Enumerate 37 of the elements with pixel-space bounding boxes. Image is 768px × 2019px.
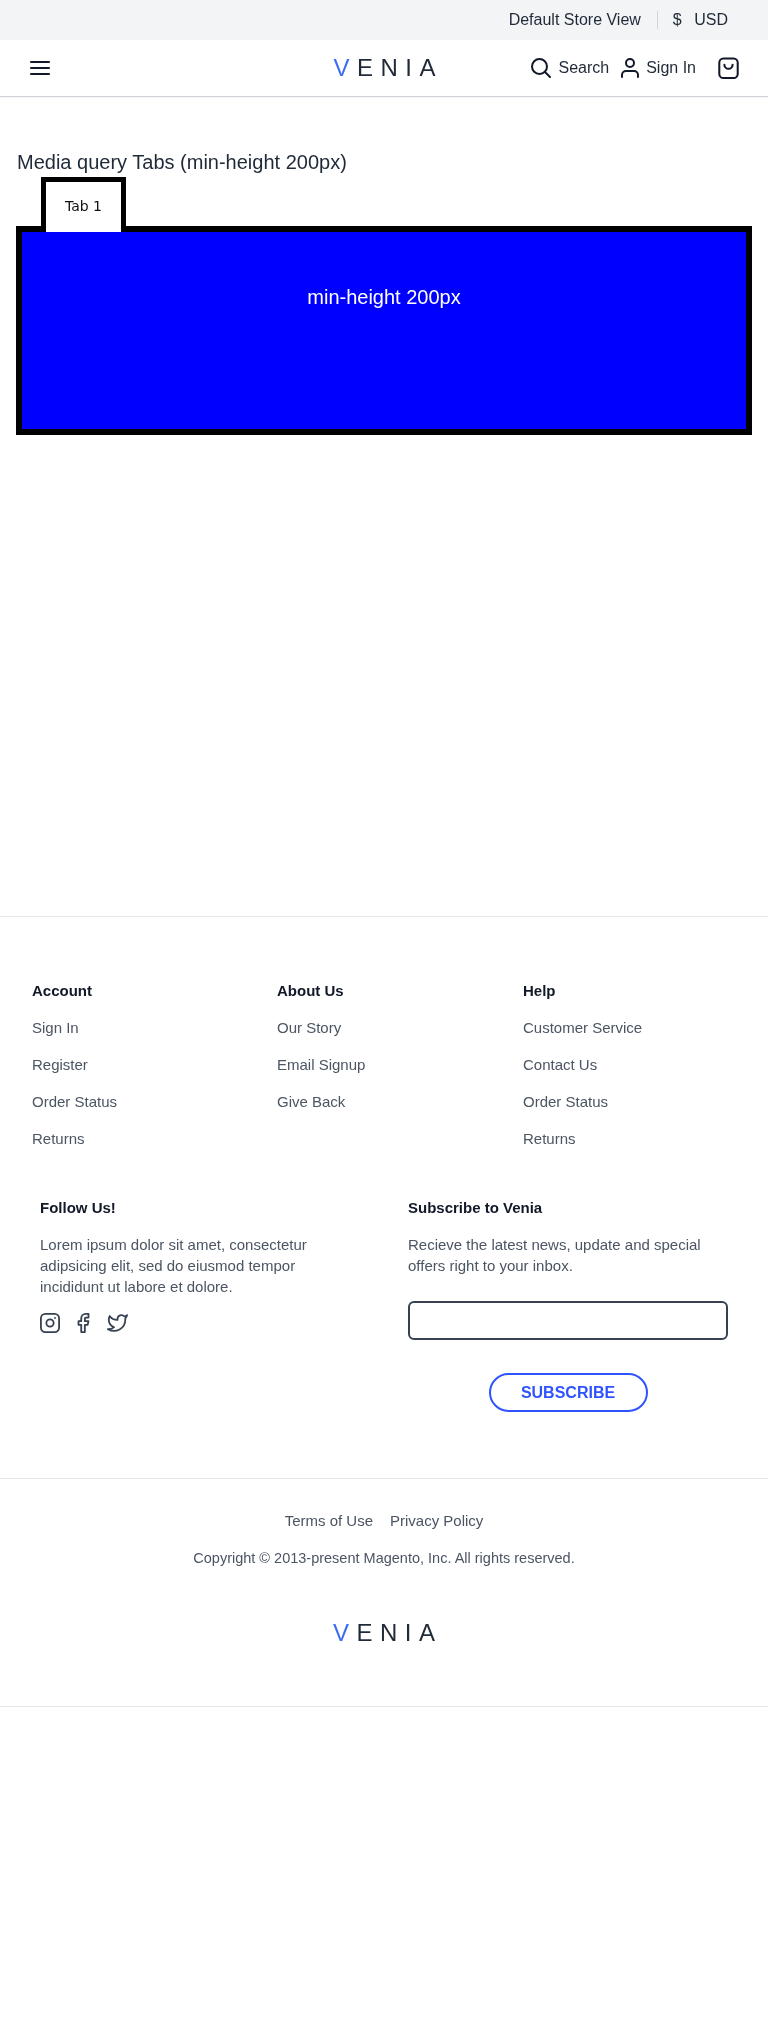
footer-link[interactable]: Order Status (523, 1092, 609, 1112)
footer-link[interactable]: Returns (32, 1129, 85, 1149)
twitter-icon[interactable] (107, 1313, 128, 1333)
footer-column-heading: About Us (277, 981, 344, 1001)
footer-link[interactable]: Sign In (32, 1018, 79, 1038)
footer-link[interactable]: Give Back (277, 1092, 346, 1112)
currency-switcher[interactable]: $ USD (672, 11, 728, 29)
store-view-switcher[interactable]: Default Store View (508, 11, 641, 29)
footer-link[interactable]: Contact Us (523, 1055, 598, 1075)
footer-link[interactable]: Order Status (32, 1092, 118, 1112)
subscribe-heading: Subscribe to Venia (408, 1198, 543, 1218)
legal-link[interactable]: Privacy Policy (390, 1511, 484, 1531)
footer-link[interactable]: Register (32, 1055, 88, 1075)
footer-link[interactable]: Our Story (277, 1018, 342, 1038)
search-button[interactable]: Search (531, 58, 610, 78)
subscribe-text: Recieve the latest news, update and special offers right to your inbox. (408, 1235, 702, 1276)
footer-column-heading: Help (523, 981, 556, 1001)
instagram-icon[interactable] (40, 1313, 60, 1333)
subscribe-button[interactable]: SUBSCRIBE (488, 1373, 648, 1412)
footer-link[interactable]: Customer Service (523, 1018, 643, 1038)
footer-column-heading: Account (32, 981, 92, 1001)
legal-link[interactable]: Terms of Use (284, 1511, 373, 1531)
panel-text: min-height 200px (307, 286, 461, 308)
facebook-icon[interactable] (77, 1313, 90, 1333)
tab[interactable]: Tab 1 (41, 177, 126, 232)
page-heading: Media query Tabs (min-height 200px) (17, 150, 348, 175)
shopping-bag-icon[interactable] (718, 57, 739, 79)
footer-link[interactable]: Email Signup (277, 1055, 366, 1075)
search-icon (531, 58, 552, 78)
copyright-text: Copyright © 2013-present Magento, Inc. All rights reserved. (193, 1549, 575, 1568)
email-input-field[interactable] (408, 1301, 728, 1340)
user-icon (621, 58, 640, 78)
follow-heading: Follow Us! (40, 1198, 116, 1218)
footer-link[interactable]: Returns (523, 1129, 576, 1149)
menu-icon[interactable] (30, 60, 50, 76)
follow-text: Lorem ipsum dolor sit amet, consectetur adipsicing elit, sed do eiusmod tempor incididunt ut labore et dolore. (40, 1235, 308, 1297)
sign-in-button[interactable]: Sign In (621, 58, 696, 78)
